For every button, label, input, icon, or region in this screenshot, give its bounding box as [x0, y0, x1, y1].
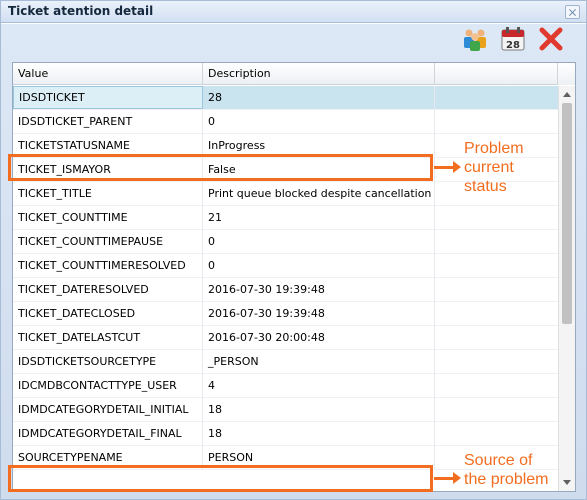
- users-icon: [464, 29, 486, 51]
- calendar-button[interactable]: 28: [500, 26, 526, 52]
- cell-value[interactable]: IDSDTICKET_PARENT: [13, 110, 203, 133]
- header-scroll-corner: [558, 63, 575, 85]
- status-callout-line3: status: [464, 178, 507, 195]
- calendar-day: 28: [506, 40, 520, 51]
- delete-button[interactable]: [538, 26, 564, 52]
- cell-value[interactable]: TICKET_DATERESOLVED: [13, 278, 203, 301]
- table-row[interactable]: TICKET_DATERESOLVED 2016-07-30 19:39:48: [13, 278, 558, 302]
- cell-value[interactable]: TICKET_COUNTTIME: [13, 206, 203, 229]
- cell-empty: [435, 422, 558, 445]
- cell-description[interactable]: 2016-07-30 19:39:48: [203, 278, 435, 301]
- source-callout: Source of the problem: [464, 451, 574, 489]
- cell-empty: [435, 86, 558, 109]
- cell-empty: [435, 110, 558, 133]
- cell-value[interactable]: IDMDCATEGORYDETAIL_FINAL: [13, 422, 203, 445]
- column-header-empty[interactable]: [435, 63, 558, 85]
- window-close-icon[interactable]: [565, 5, 580, 19]
- calendar-icon: 28: [501, 27, 525, 51]
- source-callout-line1: Source of: [464, 452, 533, 469]
- source-arrow-icon: [434, 472, 461, 484]
- cell-empty: [435, 374, 558, 397]
- cell-description[interactable]: 4: [203, 374, 435, 397]
- cell-value[interactable]: TICKET_TITLE: [13, 182, 203, 205]
- title-bar[interactable]: Ticket atention detail: [1, 1, 586, 23]
- table-row[interactable]: IDMDCATEGORYDETAIL_INITIAL 18: [13, 398, 558, 422]
- users-button[interactable]: [462, 26, 488, 52]
- cell-description[interactable]: _PERSON: [203, 350, 435, 373]
- ticket-detail-window: Ticket atention detail 28 Value Descript…: [0, 0, 587, 500]
- cell-empty: [435, 302, 558, 325]
- cell-description[interactable]: 0: [203, 110, 435, 133]
- vertical-scrollbar[interactable]: [558, 86, 575, 491]
- cell-description[interactable]: 0: [203, 254, 435, 277]
- cell-description[interactable]: 18: [203, 398, 435, 421]
- cell-description[interactable]: 2016-07-30 20:00:48: [203, 326, 435, 349]
- cell-value[interactable]: IDMDCATEGORYDETAIL_INITIAL: [13, 398, 203, 421]
- table-row[interactable]: IDCMDBCONTACTTYPE_USER 4: [13, 374, 558, 398]
- cell-description[interactable]: 18: [203, 422, 435, 445]
- column-header-value[interactable]: Value: [13, 63, 203, 85]
- status-highlight-box: [8, 154, 433, 181]
- status-arrow-icon: [434, 161, 461, 173]
- window-title: Ticket atention detail: [8, 4, 154, 18]
- cell-empty: [435, 350, 558, 373]
- source-callout-line2: the problem: [464, 471, 549, 488]
- detail-grid: Value Description IDSDTICKET 28 IDSDTICKET…: [12, 62, 576, 492]
- table-row[interactable]: TICKET_DATELASTCUT 2016-07-30 20:00:48: [13, 326, 558, 350]
- status-callout-line2: current: [464, 159, 514, 176]
- source-highlight-box: [8, 465, 433, 492]
- cell-value[interactable]: TICKET_DATECLOSED: [13, 302, 203, 325]
- cell-empty: [435, 398, 558, 421]
- cell-value[interactable]: TICKET_COUNTTIMEPAUSE: [13, 230, 203, 253]
- table-row[interactable]: IDSDTICKET 28: [13, 86, 558, 110]
- status-callout: Problem current status: [464, 139, 554, 196]
- cell-value[interactable]: IDCMDBCONTACTTYPE_USER: [13, 374, 203, 397]
- cell-empty: [435, 326, 558, 349]
- scrollbar-thumb[interactable]: [562, 103, 572, 324]
- column-header-description[interactable]: Description: [203, 63, 435, 85]
- cell-description[interactable]: 2016-07-30 19:39:48: [203, 302, 435, 325]
- table-row[interactable]: TICKET_COUNTTIMEPAUSE 0: [13, 230, 558, 254]
- table-row[interactable]: IDSDTICKET_PARENT 0: [13, 110, 558, 134]
- cell-description[interactable]: 0: [203, 230, 435, 253]
- cell-value[interactable]: IDSDTICKET: [13, 86, 203, 109]
- table-row[interactable]: IDSDTICKETSOURCETYPE _PERSON: [13, 350, 558, 374]
- cell-description[interactable]: Print queue blocked despite cancellation: [203, 182, 435, 205]
- close-icon: [539, 27, 563, 51]
- scroll-up-icon[interactable]: [563, 92, 571, 97]
- table-row[interactable]: TICKET_DATECLOSED 2016-07-30 19:39:48: [13, 302, 558, 326]
- table-row[interactable]: TICKET_COUNTTIMERESOLVED 0: [13, 254, 558, 278]
- table-row[interactable]: TICKET_COUNTTIME 21: [13, 206, 558, 230]
- table-row[interactable]: IDMDCATEGORYDETAIL_FINAL 18: [13, 422, 558, 446]
- cell-value[interactable]: TICKET_COUNTTIMERESOLVED: [13, 254, 203, 277]
- cell-empty: [435, 206, 558, 229]
- grid-header: Value Description: [13, 63, 575, 85]
- cell-value[interactable]: TICKET_DATELASTCUT: [13, 326, 203, 349]
- cell-description[interactable]: 21: [203, 206, 435, 229]
- cell-empty: [435, 254, 558, 277]
- cell-empty: [435, 230, 558, 253]
- cell-description[interactable]: 28: [203, 86, 435, 109]
- cell-value[interactable]: IDSDTICKETSOURCETYPE: [13, 350, 203, 373]
- status-callout-line1: Problem: [464, 140, 524, 157]
- cell-empty: [435, 278, 558, 301]
